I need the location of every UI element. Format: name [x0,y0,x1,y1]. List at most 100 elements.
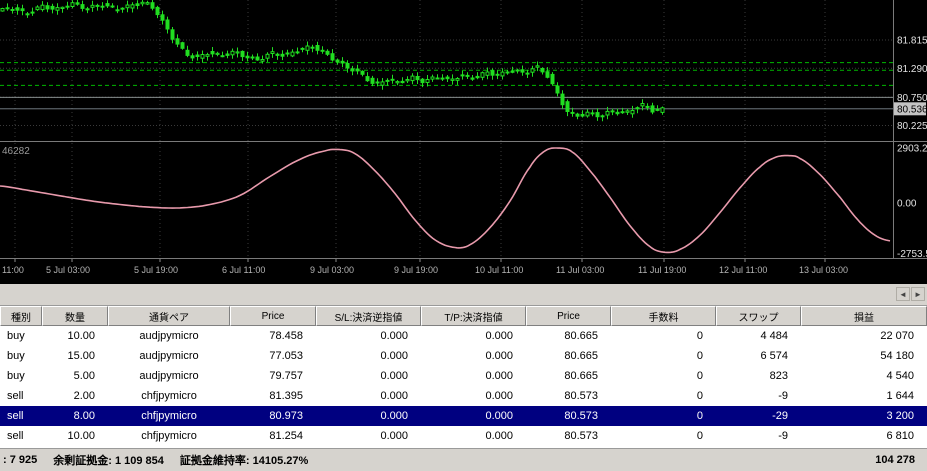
candle-body [500,71,505,77]
price-axis-label: 80.750 [897,93,927,104]
column-header-commission[interactable]: 手数料 [611,306,716,326]
cell-volume: 2.00 [73,390,95,402]
candle-body [55,7,60,11]
candle-body [325,50,330,55]
main-price-pane [0,0,893,141]
margin-text: : 7 925 [3,454,38,466]
cell-volume: 8.00 [73,410,95,422]
candle-body [385,79,390,82]
column-header-tp[interactable]: T/P:決済指値 [421,306,526,326]
position-row[interactable]: sell 8.00 chfjpymicro 80.973 0.000 0.000 80.57… [0,406,927,426]
candle-body [160,14,165,21]
trading-terminal-window: 81.815 81.290 80.750 80.225 80.536 2903.24 0.0… [0,0,927,471]
candle-body [285,52,290,55]
indicator-line [0,147,891,254]
candle-body [60,6,65,10]
candle-body [490,70,495,76]
candle-body [485,71,490,76]
cell-price_current: 80.665 [564,330,598,342]
candle-body [455,78,460,81]
candle-body [110,5,115,8]
chart-panel[interactable]: 81.815 81.290 80.750 80.225 80.536 2903.24 0.0… [0,0,927,284]
candle-body [95,4,100,7]
time-axis-label: 12 Jul 11:00 [719,265,767,275]
candle-body [375,81,380,84]
candle-body [610,110,615,113]
candle-body [355,68,360,72]
candle-body [390,78,395,81]
cell-symbol: chfjpymicro [141,430,197,442]
candle-body [150,2,155,9]
column-header-sl[interactable]: S/L:決済逆指値 [316,306,421,326]
candle-body [420,78,425,84]
cell-profit: 4 540 [886,370,914,382]
candle-body [535,65,540,68]
cell-profit: 1 644 [886,390,914,402]
column-header-type[interactable]: 種別 [0,306,42,326]
candle-body [210,51,215,55]
candle-body [555,85,560,94]
candle-body [275,53,280,56]
candle-body [460,74,465,77]
candle-body [205,54,210,57]
candle-body [620,111,625,114]
cell-price_open: 81.254 [269,430,303,442]
candle-body [305,45,310,51]
candle-body [595,112,600,118]
column-header-volume[interactable]: 数量 [42,306,108,326]
candle-body [235,51,240,54]
candle-body [180,42,185,49]
scroll-left-icon[interactable]: ◄ [896,287,910,301]
candle-body [615,111,620,115]
candle-body [115,9,120,12]
cell-profit: 22 070 [880,330,914,342]
candle-body [85,8,90,11]
candle-body [495,73,500,76]
position-row[interactable]: sell 10.00 chfjpymicro 81.254 0.000 0.000 80.5… [0,426,927,446]
candle-body [585,111,590,117]
column-header-symbol[interactable]: 通貨ペア [108,306,230,326]
candle-body [340,60,345,64]
terminal-scroll-buttons: ◄ ► [896,287,925,301]
candle-body [400,80,405,84]
candle-body [10,9,15,11]
candle-body [515,69,520,72]
candle-body [30,11,35,14]
candle-body [130,4,135,9]
candle-body [310,46,315,49]
candle-body [35,6,40,11]
candle-body [475,75,480,79]
candlestick-and-indicator-chart: 81.815 81.290 80.750 80.225 80.536 2903.24 0.0… [0,0,927,275]
column-header-price_open[interactable]: Price [230,306,316,326]
position-row[interactable]: sell 2.00 chfjpymicro 81.395 0.000 0.000 80.57… [0,386,927,406]
candle-body [545,71,550,78]
column-header-price_current[interactable]: Price [526,306,611,326]
candle-body [580,113,585,117]
column-header-profit[interactable]: 損益 [801,306,927,326]
position-row[interactable]: buy 10.00 audjpymicro 78.458 0.000 0.000 80.66… [0,326,927,346]
candle-body [530,68,535,73]
column-header-swap[interactable]: スワップ [716,306,801,326]
price-axis-label: 81.815 [897,36,927,47]
candle-body [505,71,510,74]
candle-body [405,79,410,82]
scroll-right-icon[interactable]: ► [911,287,925,301]
position-row[interactable]: buy 5.00 audjpymicro 79.757 0.000 0.000 80.665… [0,366,927,386]
candle-body [650,105,655,113]
cell-volume: 5.00 [73,370,95,382]
candle-body [50,5,55,10]
candle-body [145,2,150,5]
time-axis-label: 11 Jul 19:00 [638,265,686,275]
position-row[interactable]: buy 15.00 audjpymicro 77.053 0.000 0.000 80.66… [0,346,927,366]
time-axis-label: 13 Jul 03:00 [799,265,848,275]
cell-volume: 10.00 [67,330,95,342]
cell-price_open: 77.053 [269,350,303,362]
cell-type: sell [7,430,24,442]
total-profit-text: 104 278 [875,454,915,466]
cell-profit: 3 200 [886,410,914,422]
candle-body [5,7,10,10]
candle-body [635,107,640,110]
candle-body [100,5,105,8]
time-axis-label: 5 Jul 03:00 [46,265,90,275]
cell-profit: 6 810 [886,430,914,442]
